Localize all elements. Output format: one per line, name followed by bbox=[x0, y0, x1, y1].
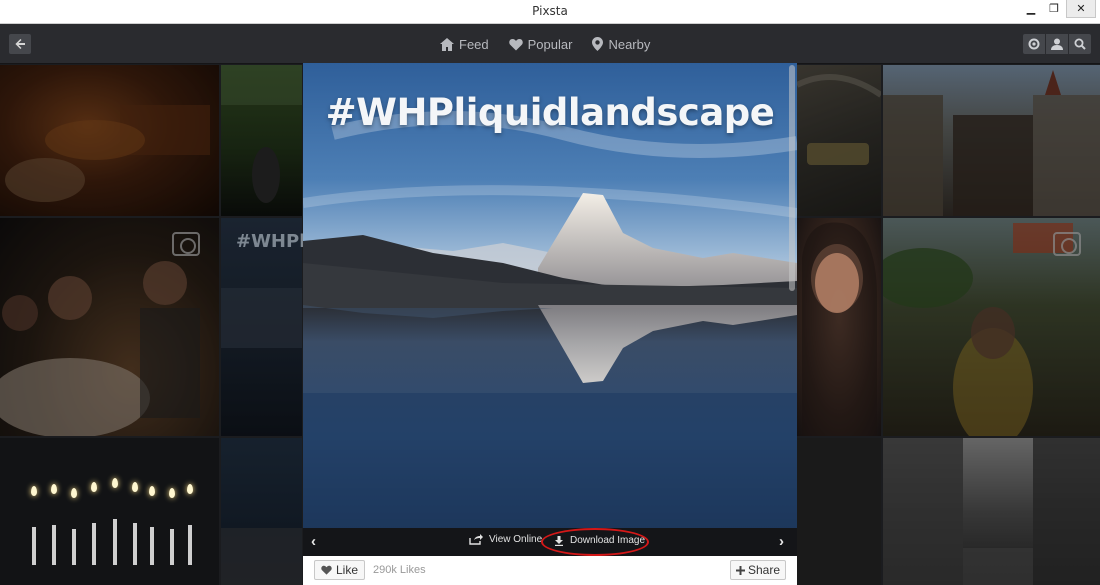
grid-photo[interactable] bbox=[0, 65, 219, 216]
grid-photo[interactable] bbox=[221, 65, 302, 216]
window-titlebar: Pixsta ▁ ❐ ✕ bbox=[0, 0, 1100, 24]
grid-photo[interactable] bbox=[0, 438, 219, 585]
nav-feed-label: Feed bbox=[459, 36, 489, 52]
next-photo-button[interactable]: › bbox=[779, 533, 784, 550]
share-button[interactable]: Share bbox=[730, 560, 786, 580]
grid-photo[interactable] bbox=[797, 438, 881, 585]
back-button[interactable] bbox=[9, 34, 31, 54]
nav-nearby-label: Nearby bbox=[608, 36, 651, 52]
share-out-icon bbox=[469, 534, 483, 545]
nav-popular[interactable]: Popular bbox=[508, 35, 573, 53]
top-navbar: Feed Popular Nearby bbox=[0, 24, 1100, 64]
view-online-button[interactable]: View Online bbox=[469, 534, 542, 545]
view-online-label: View Online bbox=[489, 534, 543, 545]
photo-social-bar: Like 290k Likes Share bbox=[303, 556, 797, 585]
scrollbar-thumb[interactable] bbox=[789, 65, 795, 291]
search-icon bbox=[1074, 38, 1086, 50]
nav-feed[interactable]: Feed bbox=[440, 35, 489, 53]
grid-photo[interactable] bbox=[221, 438, 302, 585]
arrow-left-icon bbox=[15, 39, 25, 49]
like-label: Like bbox=[335, 563, 358, 577]
search-button[interactable] bbox=[1069, 34, 1091, 54]
previous-photo-button[interactable]: ‹ bbox=[311, 533, 316, 550]
photo-hashtag-overlay: #WHPliquidlandscape bbox=[325, 91, 775, 134]
heart-icon bbox=[321, 565, 332, 575]
grid-photo[interactable] bbox=[797, 65, 881, 216]
grid-photo[interactable] bbox=[0, 218, 219, 436]
ghost-hashtag: #WHPli bbox=[236, 231, 312, 252]
home-icon bbox=[440, 37, 454, 51]
grid-photo[interactable] bbox=[883, 65, 1100, 216]
likes-count: 290k Likes bbox=[373, 564, 426, 576]
main-nav: Feed Popular Nearby bbox=[440, 35, 650, 53]
close-button[interactable]: ✕ bbox=[1066, 0, 1096, 18]
photo-viewer: #WHPliquidlandscape ‹ View Online Downlo… bbox=[303, 63, 797, 585]
instagram-search-button[interactable] bbox=[1023, 34, 1045, 54]
main-photo[interactable]: #WHPliquidlandscape bbox=[303, 63, 797, 528]
instagram-search-icon bbox=[1028, 38, 1040, 50]
grid-photo[interactable] bbox=[883, 438, 1100, 585]
share-label: Share bbox=[747, 563, 781, 577]
grid-photo[interactable] bbox=[797, 218, 881, 436]
photo-action-bar: ‹ View Online Download Image › bbox=[303, 528, 797, 556]
plus-icon bbox=[735, 565, 745, 575]
maximize-button[interactable]: ❐ bbox=[1043, 0, 1065, 18]
highlight-circle bbox=[541, 528, 649, 556]
map-pin-icon bbox=[592, 37, 604, 51]
heart-icon bbox=[508, 38, 523, 50]
nav-right-buttons bbox=[1023, 34, 1091, 54]
like-button[interactable]: Like bbox=[314, 560, 365, 580]
nav-nearby[interactable]: Nearby bbox=[592, 35, 650, 53]
profile-button[interactable] bbox=[1046, 34, 1068, 54]
minimize-button[interactable]: ▁ bbox=[1020, 0, 1042, 18]
nav-popular-label: Popular bbox=[527, 36, 573, 52]
grid-photo[interactable] bbox=[883, 218, 1100, 436]
window-title: Pixsta bbox=[532, 4, 568, 18]
user-icon bbox=[1051, 38, 1063, 50]
